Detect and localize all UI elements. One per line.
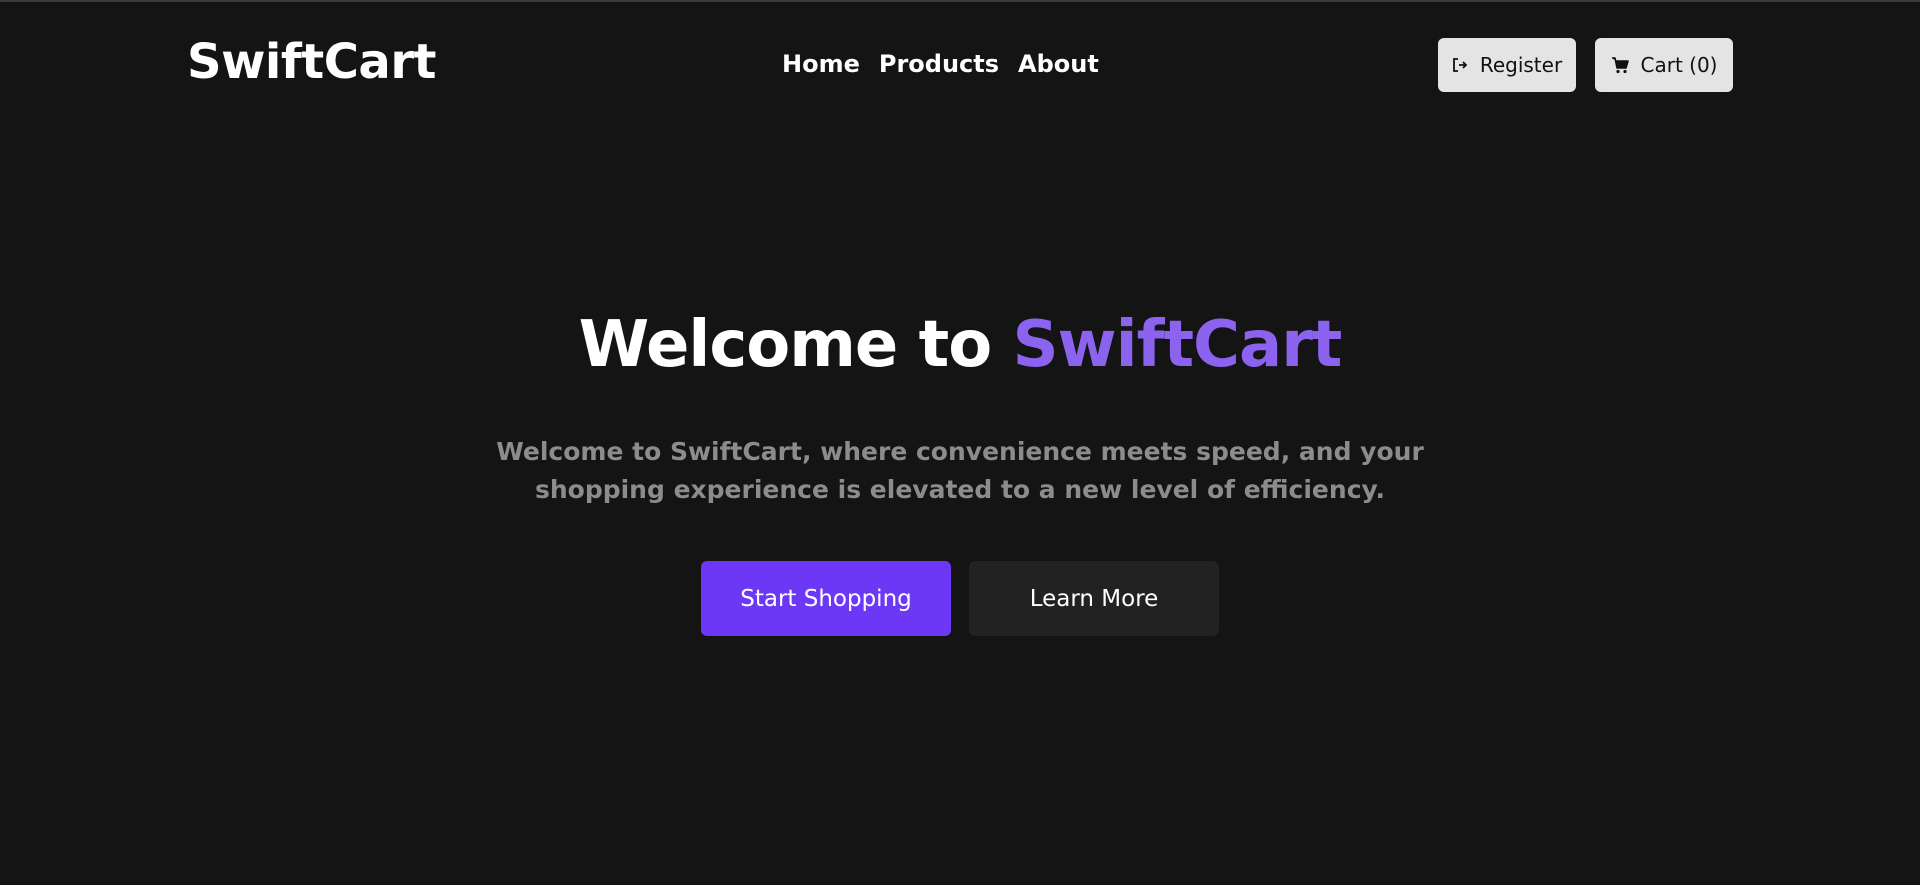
hero-subtitle: Welcome to SwiftCart, where convenience … [496,437,1424,504]
nav-home-link[interactable]: Home [782,48,860,80]
hero-title-prefix: Welcome to [578,308,1013,382]
register-label: Register [1479,53,1563,77]
shopping-cart-icon [1611,56,1629,74]
nav-products-link[interactable]: Products [879,48,999,80]
nav-about-link[interactable]: About [1018,48,1099,80]
register-button[interactable]: Register [1438,38,1576,92]
start-shopping-button[interactable]: Start Shopping [701,561,951,636]
site-logo[interactable]: SwiftCart [187,32,436,92]
main-nav: Home Products About [782,48,1099,80]
learn-more-button[interactable]: Learn More [969,561,1219,636]
cart-button[interactable]: Cart (0) [1595,38,1733,92]
site-header: SwiftCart Home Products About Register C… [0,0,1920,130]
hero-title: Welcome to SwiftCart [0,305,1920,385]
sign-in-icon [1452,57,1468,73]
cart-label: Cart (0) [1640,53,1718,77]
hero-title-accent: SwiftCart [1012,308,1342,382]
